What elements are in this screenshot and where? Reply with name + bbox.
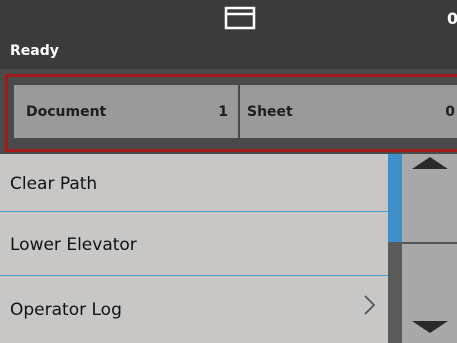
menu-item-clear-path[interactable]: Clear Path: [0, 154, 388, 214]
list-divider: [0, 211, 388, 212]
list-divider: [0, 275, 388, 276]
status-bar: Ready 0: [0, 0, 457, 69]
status-text: Ready: [10, 43, 59, 59]
menu-item-label: Clear Path: [10, 174, 98, 194]
chevron-right-icon: [362, 294, 376, 320]
menu-list: Clear Path Lower Elevator Operator Log: [0, 154, 388, 343]
arrow-down-icon[interactable]: [412, 319, 448, 338]
menu-item-operator-log[interactable]: Operator Log: [0, 276, 388, 343]
menu-item-label: Operator Log: [10, 299, 122, 320]
menu-item-lower-elevator[interactable]: Lower Elevator: [0, 215, 388, 275]
menu-item-label: Lower Elevator: [10, 235, 137, 255]
output-tray-icon: [224, 6, 256, 34]
scroll-divider: [402, 242, 457, 244]
highlight-box: [5, 74, 457, 152]
scrollbar-thumb[interactable]: [388, 154, 402, 242]
top-counter-value: 0: [447, 9, 457, 28]
arrow-up-icon[interactable]: [412, 155, 448, 174]
